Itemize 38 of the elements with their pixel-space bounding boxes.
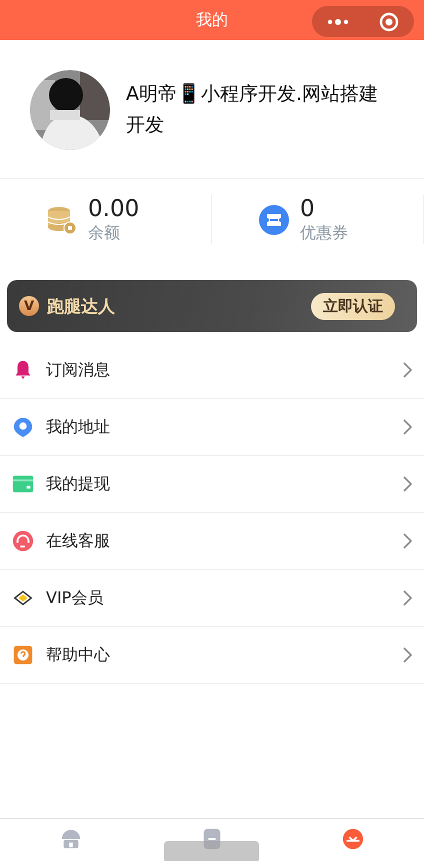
menu-label: 我的提现 xyxy=(46,474,111,494)
chevron-icon xyxy=(402,362,412,378)
headset-icon xyxy=(12,530,34,552)
menu-label: 帮助中心 xyxy=(46,644,111,666)
chevron-icon xyxy=(402,533,412,549)
help-icon xyxy=(12,644,34,666)
profile-tab-icon xyxy=(342,828,364,850)
menu-label: VIP会员 xyxy=(46,588,104,608)
capsule-menu[interactable] xyxy=(312,6,414,37)
card-icon xyxy=(12,473,34,495)
stat-label: 余额 xyxy=(88,223,121,244)
menu-item[interactable]: VIP会员 xyxy=(0,570,424,627)
stat-label: 优惠券 xyxy=(300,223,348,244)
stat-value: 0 xyxy=(300,195,316,223)
user-name: A明帝📱小程序开发.网站搭建开发 xyxy=(126,82,380,138)
menu-label: 订阅消息 xyxy=(46,360,111,380)
chevron-icon xyxy=(402,590,412,606)
home-icon xyxy=(60,828,82,850)
location-pin-icon xyxy=(12,416,34,438)
chevron-icon xyxy=(402,476,412,492)
menu-item[interactable]: 我的提现 xyxy=(0,456,424,513)
vip-badge: V xyxy=(19,296,39,316)
certify-button[interactable]: 立即认证 xyxy=(311,292,395,320)
menu-item[interactable]: 订阅消息 xyxy=(0,342,424,399)
ticket-icon xyxy=(258,204,290,236)
menu-item[interactable]: 我的地址 xyxy=(0,399,424,456)
page-title: 我的 xyxy=(196,10,228,30)
menu-label: 我的地址 xyxy=(46,416,111,438)
chevron-icon xyxy=(402,647,412,663)
menu-label: 在线客服 xyxy=(46,530,111,552)
stat-item[interactable]: 0 优惠券 xyxy=(212,195,424,244)
banner-title: 跑腿达人 xyxy=(47,296,116,318)
chevron-icon xyxy=(402,419,412,435)
more-icon[interactable] xyxy=(327,18,349,26)
menu-item[interactable]: 在线客服 xyxy=(0,513,424,570)
stat-value: 0.00 xyxy=(88,195,140,223)
stat-item[interactable]: 0.00 余额 xyxy=(0,195,212,244)
menu-item[interactable]: 帮助中心 xyxy=(0,627,424,684)
